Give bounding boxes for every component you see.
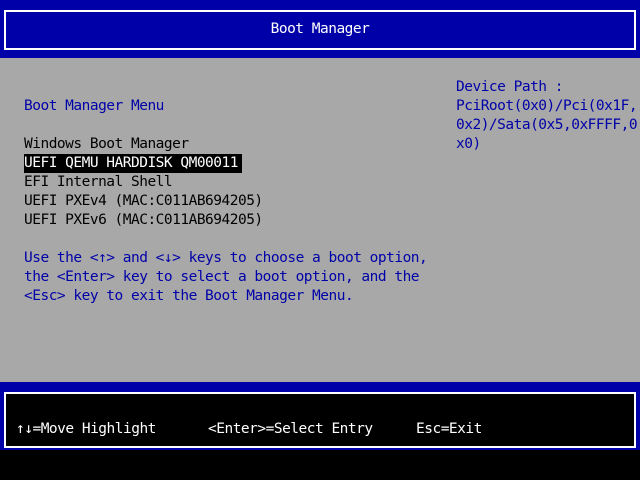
boot-entry-uefi-qemu-harddisk[interactable]: UEFI QEMU HARDDISK QM00011 bbox=[24, 154, 242, 173]
footer-hint-select-entry: <Enter>=Select Entry bbox=[208, 421, 373, 437]
device-path-label: Device Path : bbox=[456, 79, 564, 95]
boot-manager-screen: Boot Manager Boot Manager Menu Windows B… bbox=[0, 0, 640, 480]
footer-hint-exit: Esc=Exit bbox=[416, 421, 482, 437]
help-text-line: Use the <↑> and <↓> keys to choose a boo… bbox=[24, 250, 428, 266]
footer-hint-move-highlight: ↑↓=Move Highlight bbox=[16, 421, 156, 437]
boot-entry-efi-internal-shell[interactable]: EFI Internal Shell bbox=[24, 173, 173, 192]
menu-title: Boot Manager Menu bbox=[24, 98, 164, 114]
device-path-line: PciRoot(0x0)/Pci(0x1F, bbox=[456, 98, 638, 114]
device-path-line: 0x2)/Sata(0x5,0xFFFF,0 bbox=[456, 117, 638, 133]
boot-entry-windows-boot-manager[interactable]: Windows Boot Manager bbox=[24, 135, 189, 154]
boot-entry-uefi-pxev6[interactable]: UEFI PXEv6 (MAC:C011AB694205) bbox=[24, 211, 263, 230]
bottom-strip bbox=[0, 450, 640, 480]
device-path-line: x0) bbox=[456, 136, 481, 152]
help-text-line: the <Enter> key to select a boot option,… bbox=[24, 269, 420, 285]
page-title: Boot Manager bbox=[270, 21, 370, 37]
boot-entry-uefi-pxev4[interactable]: UEFI PXEv4 (MAC:C011AB694205) bbox=[24, 192, 263, 211]
help-text-line: <Esc> key to exit the Boot Manager Menu. bbox=[24, 288, 354, 304]
